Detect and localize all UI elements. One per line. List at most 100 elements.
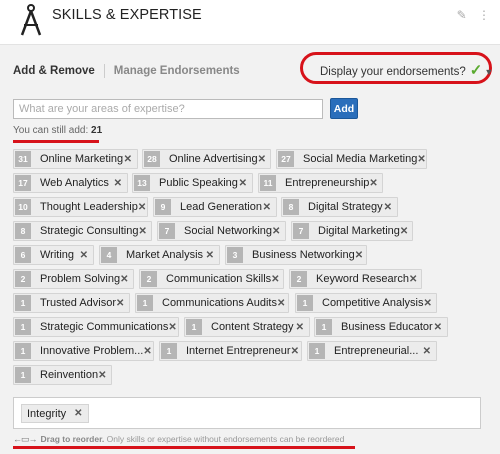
remove-skill-icon[interactable]: ✕ — [80, 250, 88, 261]
skill-chip[interactable]: 11 Entrepreneurship ✕ — [258, 173, 383, 193]
skill-chip[interactable]: 31 Online Marketing ✕ — [13, 149, 138, 169]
drag-arrows-icon: ←▭→ — [13, 434, 37, 444]
remove-skill-icon[interactable]: ✕ — [277, 298, 285, 309]
remove-skill-icon[interactable]: ✕ — [74, 408, 82, 419]
hint-text: Only skills or expertise without endorse… — [106, 434, 345, 444]
display-endorsements-dropdown[interactable]: Display your endorsements? ✓ ▼ — [320, 61, 493, 79]
remove-skill-icon[interactable]: ✕ — [263, 202, 271, 213]
endorsement-count: 1 — [15, 319, 31, 335]
move-handle-icon[interactable]: ⋮ — [478, 8, 490, 22]
skill-chip[interactable]: 8 Strategic Consulting ✕ — [13, 221, 152, 241]
remove-skill-icon[interactable]: ✕ — [239, 178, 247, 189]
skill-chip[interactable]: 4 Market Analysis ✕ — [99, 245, 220, 265]
remove-skill-icon[interactable]: ✕ — [258, 154, 266, 165]
remove-skill-icon[interactable]: ✕ — [296, 322, 304, 333]
remove-skill-icon[interactable]: ✕ — [423, 346, 431, 357]
skill-chip[interactable]: 10 Thought Leadership ✕ — [13, 197, 148, 217]
endorsement-count: 1 — [15, 343, 31, 359]
skill-chip[interactable]: 1 Entrepreneurial... ✕ — [307, 341, 437, 361]
endorsement-count: 9 — [155, 199, 171, 215]
pencil-icon[interactable]: ✎ — [457, 8, 467, 22]
skill-name: Communications Audits — [162, 297, 277, 309]
endorsement-count: 1 — [15, 367, 31, 383]
endorsement-count: 1 — [137, 295, 153, 311]
add-button[interactable]: Add — [330, 98, 358, 119]
skill-chip[interactable]: 3 Business Networking ✕ — [225, 245, 367, 265]
skill-name: Web Analytics — [40, 177, 109, 189]
remove-skill-icon[interactable]: ✕ — [272, 226, 280, 237]
hint-bold: Drag to reorder. — [40, 434, 105, 444]
skill-chip[interactable]: 27 Social Media Marketing ✕ — [276, 149, 427, 169]
endorsement-count: 1 — [309, 343, 325, 359]
remove-skill-icon[interactable]: ✕ — [271, 274, 279, 285]
skill-name: Trusted Advisor — [40, 297, 117, 309]
endorsement-count: 2 — [15, 271, 31, 287]
endorsement-count: 2 — [291, 271, 307, 287]
skill-name: Communication Skills — [166, 273, 272, 285]
remove-skill-icon[interactable]: ✕ — [120, 274, 128, 285]
remove-skill-icon[interactable]: ✕ — [369, 178, 377, 189]
annotation-underline — [13, 140, 99, 143]
remove-skill-icon[interactable]: ✕ — [138, 202, 146, 213]
skill-name: Market Analysis — [126, 249, 204, 261]
skill-name: Social Networking — [184, 225, 273, 237]
remove-skill-icon[interactable]: ✕ — [400, 226, 408, 237]
skill-name: Business Networking — [252, 249, 355, 261]
skill-name: Social Media Marketing — [303, 153, 418, 165]
skill-chip[interactable]: 1 Strategic Communications ✕ — [13, 317, 179, 337]
skill-chip[interactable]: 2 Problem Solving ✕ — [13, 269, 134, 289]
tab-manage-endorsements[interactable]: Manage Endorsements — [114, 65, 240, 77]
skill-chip[interactable]: 17 Web Analytics ✕ — [13, 173, 128, 193]
endorsement-count: 4 — [101, 247, 117, 263]
remaining-count: 21 — [91, 125, 103, 136]
skill-chip[interactable]: Integrity ✕ — [21, 404, 89, 423]
skill-chip[interactable]: 7 Digital Marketing ✕ — [291, 221, 413, 241]
skill-chip[interactable]: 1 Trusted Advisor ✕ — [13, 293, 130, 313]
unendorsed-skills-area[interactable]: Integrity ✕ — [13, 397, 481, 429]
skill-chip[interactable]: 1 Innovative Problem... ✕ — [13, 341, 154, 361]
skill-chip[interactable]: 1 Internet Entrepreneur ✕ — [159, 341, 302, 361]
remove-skill-icon[interactable]: ✕ — [114, 178, 122, 189]
skill-chip[interactable]: 13 Public Speaking ✕ — [132, 173, 253, 193]
remove-skill-icon[interactable]: ✕ — [384, 202, 392, 213]
annotation-underline — [13, 446, 355, 449]
chevron-down-icon: ▼ — [484, 67, 494, 77]
skill-chip[interactable]: 8 Digital Strategy ✕ — [281, 197, 398, 217]
skill-chip[interactable]: 7 Social Networking ✕ — [157, 221, 286, 241]
remove-skill-icon[interactable]: ✕ — [434, 322, 442, 333]
endorsement-count: 10 — [15, 199, 31, 215]
remove-skill-icon[interactable]: ✕ — [138, 226, 146, 237]
remove-skill-icon[interactable]: ✕ — [409, 274, 417, 285]
remove-skill-icon[interactable]: ✕ — [424, 298, 432, 309]
skill-chip[interactable]: 1 Communications Audits ✕ — [135, 293, 289, 313]
skill-chip[interactable]: 28 Online Advertising ✕ — [142, 149, 271, 169]
checkmark-icon: ✓ — [469, 62, 483, 79]
endorsement-count: 13 — [134, 175, 150, 191]
remove-skill-icon[interactable]: ✕ — [417, 154, 425, 165]
skill-chip[interactable]: 2 Keyword Research ✕ — [289, 269, 422, 289]
remove-skill-icon[interactable]: ✕ — [143, 346, 151, 357]
compass-icon — [20, 4, 42, 36]
skill-name: Writing — [40, 249, 75, 261]
endorsement-count: 31 — [15, 151, 31, 167]
expertise-input[interactable] — [13, 99, 323, 119]
remove-skill-icon[interactable]: ✕ — [355, 250, 363, 261]
skill-chip[interactable]: 1 Content Strategy ✕ — [184, 317, 310, 337]
remove-skill-icon[interactable]: ✕ — [168, 322, 176, 333]
endorsement-count: 7 — [159, 223, 175, 239]
skill-chip[interactable]: 9 Lead Generation ✕ — [153, 197, 277, 217]
remove-skill-icon[interactable]: ✕ — [124, 154, 132, 165]
skill-chip[interactable]: 1 Business Educator ✕ — [314, 317, 448, 337]
skill-name: Keyword Research — [316, 273, 409, 285]
skill-chip[interactable]: 6 Writing ✕ — [13, 245, 94, 265]
skill-name: Strategic Communications — [40, 321, 169, 333]
remove-skill-icon[interactable]: ✕ — [98, 370, 106, 381]
skill-chip[interactable]: 2 Communication Skills ✕ — [139, 269, 284, 289]
remove-skill-icon[interactable]: ✕ — [116, 298, 124, 309]
remove-skill-icon[interactable]: ✕ — [206, 250, 214, 261]
remove-skill-icon[interactable]: ✕ — [291, 346, 299, 357]
skill-chip[interactable]: 1 Competitive Analysis ✕ — [295, 293, 437, 313]
endorsement-count: 3 — [227, 247, 243, 263]
tab-add-remove[interactable]: Add & Remove — [13, 65, 95, 77]
skill-chip[interactable]: 1 Reinvention ✕ — [13, 365, 112, 385]
